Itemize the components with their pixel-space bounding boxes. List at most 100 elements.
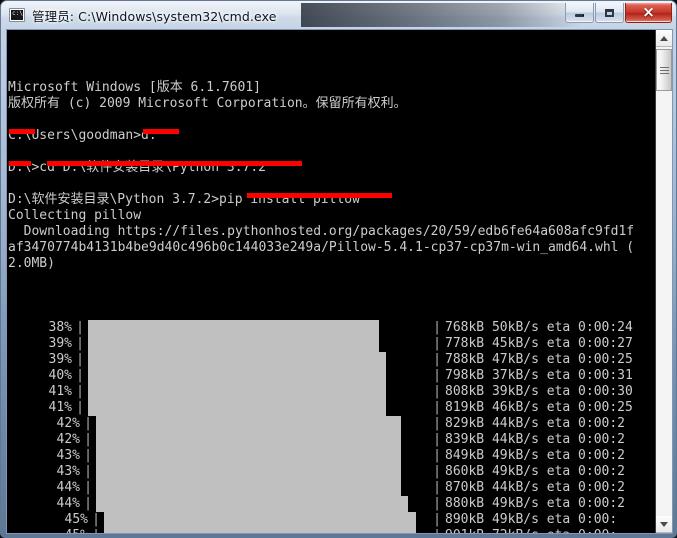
progress-bar-empty [380, 336, 429, 352]
progress-bar-fill [88, 384, 387, 400]
progress-bar-empty [387, 368, 429, 384]
progress-bar-right-delim: | [433, 496, 441, 511]
progress-stats: 870kB 44kB/s eta 0:00:2 [445, 480, 626, 495]
progress-bar-right-delim: | [433, 320, 441, 335]
progress-bar-left-delim: | [88, 528, 104, 533]
console-line: 版权所有 (c) 2009 Microsoft Corporation。保留所有… [8, 96, 407, 111]
progress-row: 43% | | 860kB 49kB/s eta 0:00:2 [8, 464, 655, 480]
progress-bar-fill [96, 432, 402, 448]
progress-row: 42% | | 829kB 44kB/s eta 0:00:2 [8, 416, 655, 432]
scroll-up-arrow[interactable] [656, 30, 672, 47]
progress-bar-left-delim: | [76, 320, 84, 335]
progress-percent: 39% [48, 336, 72, 351]
progress-bar-left-delim: | [76, 336, 84, 351]
cmd-console-icon [9, 8, 25, 22]
progress-bar-empty [402, 480, 429, 496]
progress-row: 43% | | 849kB 49kB/s eta 0:00:2 [8, 448, 655, 464]
close-glyph: × [642, 3, 655, 21]
progress-bar-empty [402, 432, 429, 448]
progress-bar-empty [387, 400, 429, 416]
progress-bar-right-delim: | [433, 480, 441, 495]
restore-icon [596, 3, 623, 22]
progress-bar-right-delim: | [433, 512, 441, 527]
close-button[interactable]: × [625, 3, 672, 23]
progress-bar-right-delim: | [433, 416, 441, 431]
progress-bar-left-delim: | [92, 512, 100, 527]
progress-bar-fill [88, 352, 387, 368]
progress-bar-empty [402, 464, 429, 480]
progress-bar-right-delim: | [433, 464, 441, 479]
cmd-window: 管理员: C:\Windows\system32\cmd.exe × Micro… [0, 0, 677, 538]
progress-percent: 41% [48, 384, 72, 399]
progress-bar-right-delim: | [433, 400, 441, 415]
progress-percent: 45% [64, 512, 88, 527]
progress-bar-left-delim: | [84, 480, 92, 495]
console-line: 2.0MB) [8, 256, 55, 271]
window-title: 管理员: C:\Windows\system32\cmd.exe [32, 8, 277, 24]
progress-percent: 38% [48, 320, 72, 335]
console-line: C:\Users\goodman>d: [8, 128, 157, 143]
scrollbar-track[interactable] [656, 47, 672, 516]
progress-bar-right-delim: | [433, 384, 441, 399]
progress-stats: 849kB 49kB/s eta 0:00:2 [445, 448, 626, 463]
progress-stats: 778kB 45kB/s eta 0:00:27 [445, 336, 633, 351]
progress-stats: 798kB 37kB/s eta 0:00:31 [445, 368, 633, 383]
progress-bar-left-delim: | [84, 464, 92, 479]
scroll-thumb[interactable] [656, 49, 672, 91]
progress-bar-right-delim: | [429, 528, 445, 533]
progress-bar-left-delim: | [76, 352, 84, 367]
progress-bar-right-delim: | [433, 432, 441, 447]
chevron-down-icon [660, 521, 668, 527]
close-icon: × [626, 3, 671, 22]
progress-percent: 44% [56, 496, 80, 511]
download-progress-list: 38% | | 768kB 50kB/s eta 0:00:24 39% | | 778kB … [8, 320, 655, 533]
console-line: D:\>cd D:\软件安装目录\Python 3.7.2 [8, 160, 267, 175]
progress-bar-fill [88, 368, 387, 384]
progress-percent: 43% [56, 448, 80, 463]
progress-bar-fill [104, 528, 417, 533]
minimize-button[interactable] [565, 3, 594, 23]
progress-bar-fill [88, 320, 380, 336]
console-line: af3470774b4131b4be9d40c496b0c144033e249a… [8, 240, 635, 255]
progress-bar-right-delim: | [433, 448, 441, 463]
progress-stats: 788kB 47kB/s eta 0:00:25 [445, 352, 633, 367]
progress-stats: 890kB 49kB/s eta 0:00: [445, 512, 618, 527]
progress-bar-fill [104, 512, 417, 528]
scroll-thumb-grip [659, 66, 669, 68]
progress-percent: 42% [56, 432, 80, 447]
progress-bar-fill [96, 416, 402, 432]
progress-bar-left-delim: | [76, 368, 84, 383]
progress-percent: 44% [56, 480, 80, 495]
progress-stats: 880kB 49kB/s eta 0:00:2 [445, 496, 626, 511]
vertical-scrollbar[interactable] [655, 30, 672, 533]
progress-row: 45%||901kB 72kB/s eta 0:00: [8, 528, 655, 533]
progress-bar-empty [402, 448, 429, 464]
progress-stats: 829kB 44kB/s eta 0:00:2 [445, 416, 626, 431]
console-line: Downloading https://files.pythonhosted.o… [8, 224, 635, 239]
progress-bar-fill [88, 336, 380, 352]
console-line: D:\软件安装目录\Python 3.7.2>pip install pillo… [8, 192, 360, 207]
progress-stats: 819kB 46kB/s eta 0:00:25 [445, 400, 633, 415]
progress-bar-fill [96, 480, 402, 496]
progress-bar-right-delim: | [433, 352, 441, 367]
progress-percent: 40% [48, 368, 72, 383]
progress-row: 41% | | 808kB 39kB/s eta 0:00:30 [8, 384, 655, 400]
progress-bar-left-delim: | [84, 448, 92, 463]
progress-row: 39% | | 778kB 45kB/s eta 0:00:27 [8, 336, 655, 352]
maximize-restore-button[interactable] [595, 3, 624, 23]
progress-row: 38% | | 768kB 50kB/s eta 0:00:24 [8, 320, 655, 336]
scroll-down-arrow[interactable] [656, 516, 672, 533]
cmd-icon-screen [11, 9, 23, 20]
progress-stats: 768kB 50kB/s eta 0:00:24 [445, 320, 633, 335]
progress-stats: 860kB 49kB/s eta 0:00:2 [445, 464, 626, 479]
progress-stats: 839kB 44kB/s eta 0:00:2 [445, 432, 626, 447]
progress-bar-empty [387, 384, 429, 400]
progress-bar-left-delim: | [76, 400, 84, 415]
console-output[interactable]: Microsoft Windows [版本 6.1.7601] 版权所有 (c) … [7, 30, 655, 533]
progress-bar-fill [96, 464, 402, 480]
caption-buttons: × [564, 3, 672, 25]
progress-row: 42% | | 839kB 44kB/s eta 0:00:2 [8, 432, 655, 448]
progress-bar-right-delim: | [433, 368, 441, 383]
